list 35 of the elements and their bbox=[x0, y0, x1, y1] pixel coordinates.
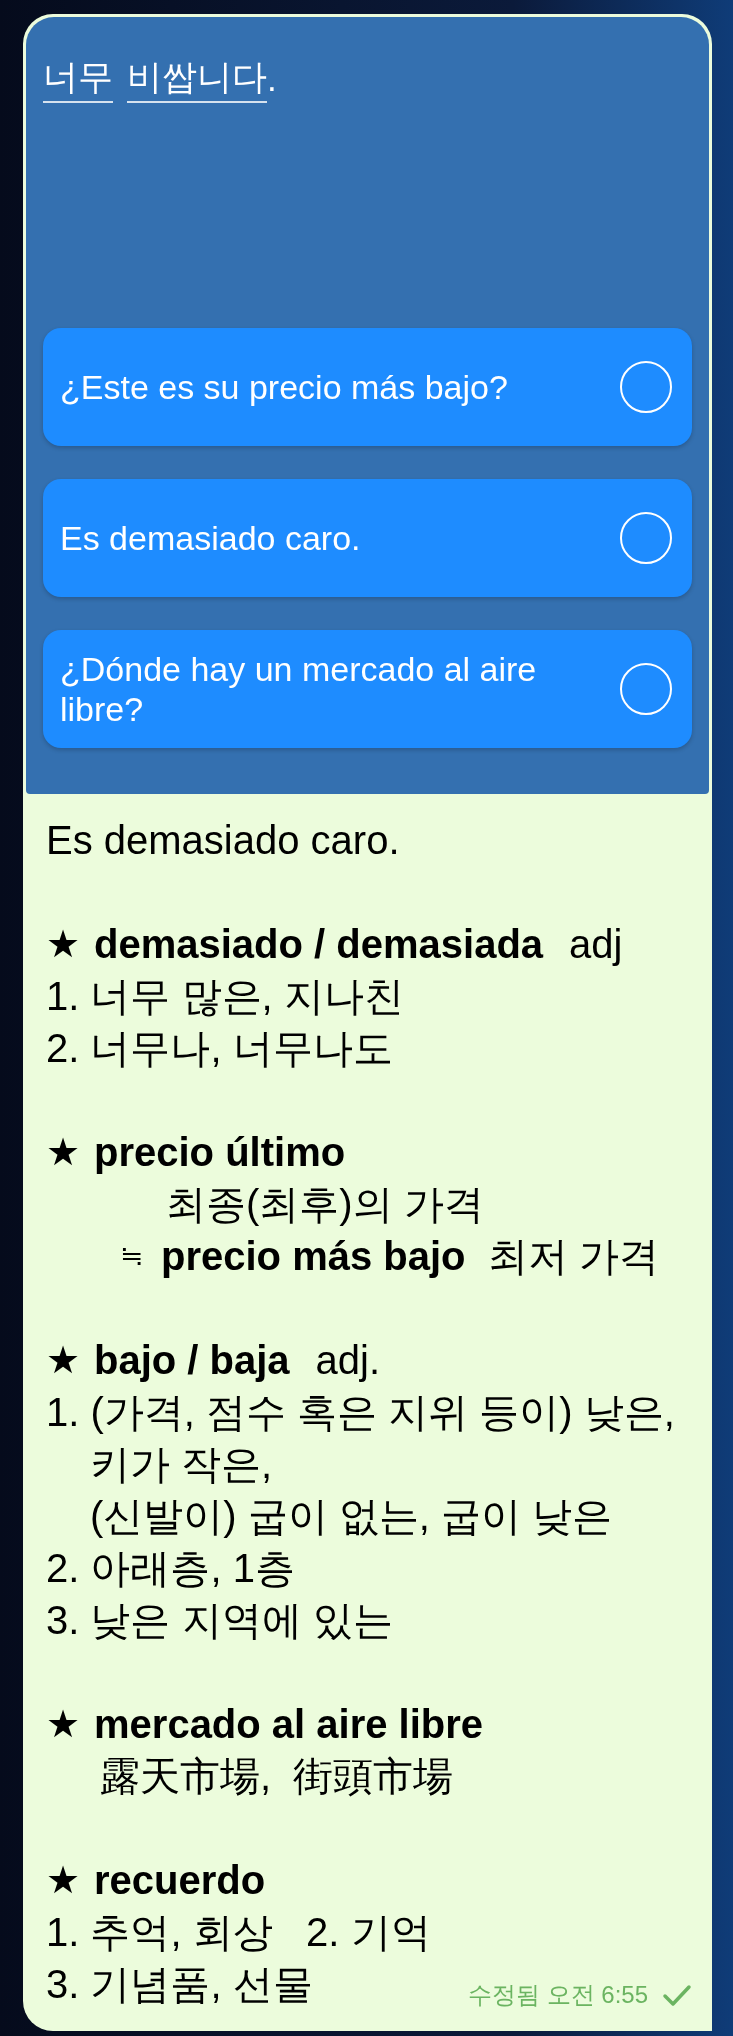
definition-text: 키가 작은, bbox=[90, 1441, 273, 1488]
part-of-speech: adj. bbox=[315, 1337, 381, 1384]
question-punctuation: . bbox=[267, 58, 277, 100]
definition-text: 최저 가격 bbox=[487, 1233, 659, 1280]
star-icon: ★ bbox=[46, 1861, 80, 1899]
definition-text: (신발이) 굽이 없는, 굽이 낮은 bbox=[90, 1493, 613, 1540]
edited-timestamp: 수정됨 오전 6:55 bbox=[467, 1980, 648, 2010]
star-icon: ★ bbox=[46, 1341, 80, 1379]
question-word: 너무 bbox=[43, 55, 113, 103]
term-text: mercado al aire libre bbox=[94, 1701, 484, 1748]
answer-option[interactable]: ¿Dónde hay un mercado al aire libre? bbox=[43, 630, 692, 748]
answer-option[interactable]: Es demasiado caro. bbox=[43, 479, 692, 597]
definition-text: 2. 아래층, 1층 bbox=[46, 1545, 295, 1592]
question-word: 비쌉니다 bbox=[127, 55, 267, 103]
star-icon: ★ bbox=[46, 925, 80, 963]
definition-text: 2. 너무나, 너무나도 bbox=[46, 1025, 393, 1072]
definition-text: 최종(최후)의 가격 bbox=[166, 1181, 484, 1228]
check-icon bbox=[662, 1983, 692, 2007]
term-text: bajo / baja bbox=[94, 1337, 290, 1384]
term-text: recuerdo bbox=[94, 1857, 266, 1904]
answer-option[interactable]: ¿Este es su precio más bajo? bbox=[43, 328, 692, 446]
star-icon: ★ bbox=[46, 1133, 80, 1171]
definition-text: 3. 낮은 지역에 있는 bbox=[46, 1597, 393, 1644]
definition-text: 1. 추억, 회상 2. 기억 bbox=[46, 1909, 431, 1956]
definition-text: 露天市場, 街頭市場 bbox=[100, 1753, 454, 1800]
term-text: precio más bajo bbox=[161, 1233, 466, 1280]
approx-sign: ≒ bbox=[120, 1239, 143, 1273]
term-text: demasiado / demasiada bbox=[94, 921, 544, 968]
term-text: precio último bbox=[94, 1129, 346, 1176]
definition-text: Es demasiado caro. bbox=[46, 817, 400, 864]
star-icon: ★ bbox=[46, 1705, 80, 1743]
definition-text: 1. 너무 많은, 지나친 bbox=[46, 973, 404, 1020]
definition-text: 1. (가격, 점수 혹은 지위 등이) 낮은, bbox=[46, 1389, 675, 1436]
part-of-speech: adj bbox=[569, 921, 623, 968]
definition-text: 3. 기념품, 선물 bbox=[46, 1961, 313, 2008]
